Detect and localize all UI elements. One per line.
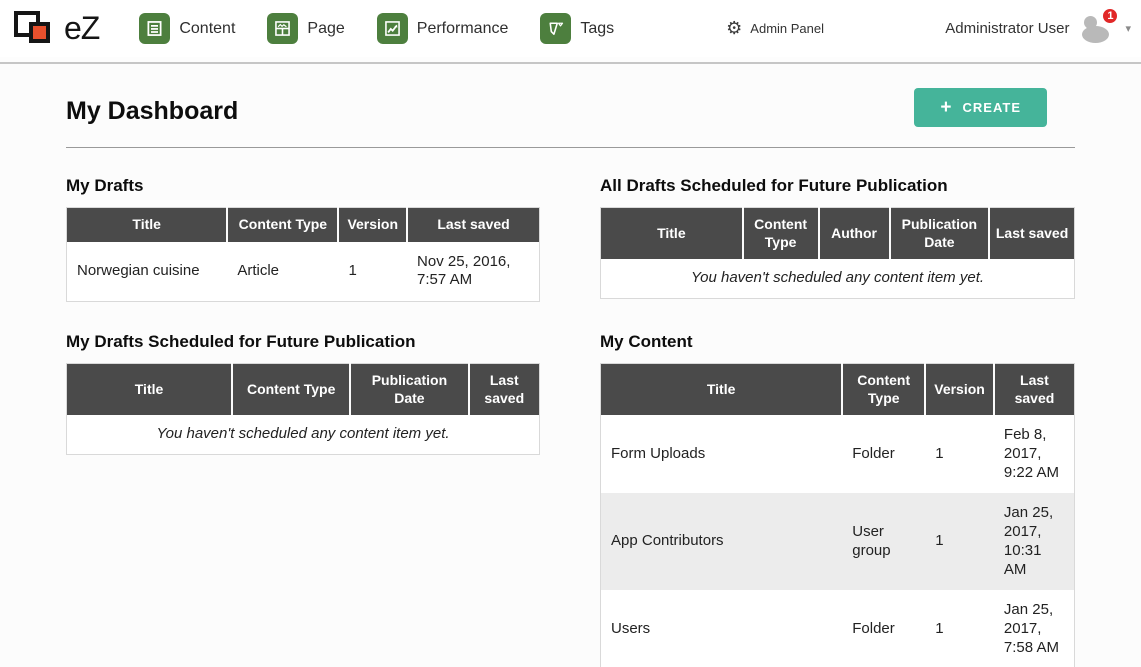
panel-title: All Drafts Scheduled for Future Publicat…	[600, 176, 1075, 196]
empty-row: You haven't scheduled any content item y…	[601, 259, 1075, 298]
logo-orange-square	[29, 22, 50, 43]
page-icon	[267, 13, 298, 44]
table-cell: Feb 8, 2017, 9:22 AM	[994, 415, 1075, 493]
navbar-divider	[0, 57, 1141, 64]
nav-item-content[interactable]: Content	[139, 13, 235, 44]
main-nav: Content Page Performance	[139, 13, 646, 44]
table-cell: 1	[925, 590, 994, 667]
column-header: Content Type	[232, 364, 350, 416]
content-icon	[139, 13, 170, 44]
ez-logo[interactable]: eZ	[14, 8, 99, 50]
top-navbar: eZ Content Pag	[0, 0, 1141, 57]
panel-my-drafts-scheduled: My Drafts Scheduled for Future Publicati…	[66, 332, 540, 455]
create-button-label: CREATE	[963, 100, 1021, 115]
empty-message: You haven't scheduled any content item y…	[601, 259, 1075, 298]
column-header: Title	[67, 208, 228, 242]
tags-icon	[540, 13, 571, 44]
nav-label-tags: Tags	[580, 20, 614, 38]
panel-my-drafts: My Drafts TitleContent TypeVersionLast s…	[66, 176, 540, 302]
column-header: Title	[601, 208, 743, 260]
ez-logo-icon	[14, 8, 58, 50]
empty-row: You haven't scheduled any content item y…	[67, 415, 540, 454]
table-row[interactable]: App ContributorsUser group1Jan 25, 2017,…	[601, 493, 1075, 590]
table-row[interactable]: Norwegian cuisineArticle1Nov 25, 2016, 7…	[67, 242, 540, 302]
table-cell: User group	[842, 493, 925, 590]
table-header-row: TitleContent TypePublication DateLast sa…	[67, 364, 540, 416]
all-drafts-scheduled-table: TitleContent TypeAuthorPublication DateL…	[600, 207, 1075, 299]
page-header: My Dashboard + CREATE	[66, 88, 1075, 148]
column-header: Last saved	[407, 208, 539, 242]
column-header: Content Type	[842, 364, 925, 416]
gear-icon: ⚙	[726, 20, 742, 38]
column-header: Last saved	[469, 364, 540, 416]
table-header-row: TitleContent TypeVersionLast saved	[67, 208, 540, 242]
my-drafts-table: TitleContent TypeVersionLast saved Norwe…	[66, 207, 540, 302]
table-cell: 1	[338, 242, 407, 302]
column-header: Version	[338, 208, 407, 242]
avatar-body	[1082, 26, 1109, 43]
admin-panel-label: Admin Panel	[750, 21, 824, 36]
table-cell: Form Uploads	[601, 415, 843, 493]
create-button[interactable]: + CREATE	[914, 88, 1047, 127]
panel-my-content: My Content TitleContent TypeVersionLast …	[600, 332, 1075, 667]
column-header: Title	[67, 364, 233, 416]
table-cell: 1	[925, 493, 994, 590]
table-cell: Folder	[842, 590, 925, 667]
nav-label-performance: Performance	[417, 20, 509, 38]
column-header: Content Type	[743, 208, 819, 260]
table-cell: Article	[227, 242, 338, 302]
table-cell: Folder	[842, 415, 925, 493]
table-row[interactable]: Form UploadsFolder1Feb 8, 2017, 9:22 AM	[601, 415, 1075, 493]
panel-title: My Content	[600, 332, 1075, 352]
column-header: Last saved	[989, 208, 1074, 260]
column-header: Author	[819, 208, 890, 260]
nav-item-performance[interactable]: Performance	[377, 13, 509, 44]
caret-down-icon: ▾	[1125, 22, 1131, 35]
my-content-table: TitleContent TypeVersionLast saved Form …	[600, 363, 1075, 667]
column-header: Last saved	[994, 364, 1075, 416]
user-avatar-icon[interactable]: 1	[1079, 13, 1115, 45]
table-row[interactable]: UsersFolder1Jan 25, 2017, 7:58 AM	[601, 590, 1075, 667]
logo-text: eZ	[64, 10, 99, 47]
nav-label-page: Page	[307, 20, 344, 38]
table-cell: Jan 25, 2017, 10:31 AM	[994, 493, 1075, 590]
table-cell: Users	[601, 590, 843, 667]
table-cell: Jan 25, 2017, 7:58 AM	[994, 590, 1075, 667]
table-cell: 1	[925, 415, 994, 493]
dashboard-grid: My Drafts TitleContent TypeVersionLast s…	[66, 176, 1075, 667]
column-header: Publication Date	[350, 364, 468, 416]
table-cell: Norwegian cuisine	[67, 242, 228, 302]
table-header-row: TitleContent TypeVersionLast saved	[601, 364, 1075, 416]
admin-panel-button[interactable]: ⚙ Admin Panel	[726, 20, 824, 38]
table-cell: Nov 25, 2016, 7:57 AM	[407, 242, 539, 302]
dashboard-main: My Dashboard + CREATE My Drafts TitleCon…	[0, 64, 1141, 667]
column-header: Publication Date	[890, 208, 990, 260]
column-header: Version	[925, 364, 994, 416]
empty-message: You haven't scheduled any content item y…	[67, 415, 540, 454]
nav-label-content: Content	[179, 20, 235, 38]
page-title: My Dashboard	[66, 97, 238, 126]
user-menu[interactable]: Administrator User 1 ▾	[945, 13, 1131, 45]
my-drafts-scheduled-table: TitleContent TypePublication DateLast sa…	[66, 363, 540, 455]
notification-badge[interactable]: 1	[1101, 7, 1119, 25]
column-header: Title	[601, 364, 843, 416]
panel-title: My Drafts Scheduled for Future Publicati…	[66, 332, 540, 352]
performance-icon	[377, 13, 408, 44]
panel-title: My Drafts	[66, 176, 540, 196]
nav-item-tags[interactable]: Tags	[540, 13, 614, 44]
table-header-row: TitleContent TypeAuthorPublication DateL…	[601, 208, 1075, 260]
nav-item-page[interactable]: Page	[267, 13, 344, 44]
user-name: Administrator User	[945, 20, 1069, 37]
plus-icon: +	[940, 98, 952, 117]
table-cell: App Contributors	[601, 493, 843, 590]
panel-all-drafts-scheduled: All Drafts Scheduled for Future Publicat…	[600, 176, 1075, 299]
column-header: Content Type	[227, 208, 338, 242]
